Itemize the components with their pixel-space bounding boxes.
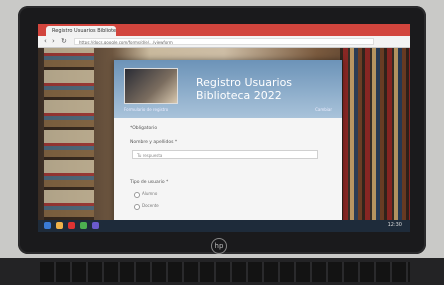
radio-option-1[interactable] bbox=[134, 192, 140, 198]
library-image bbox=[124, 68, 178, 104]
clock: 12:30 bbox=[387, 222, 402, 228]
form-title: Registro Usuarios Biblioteca 2022 bbox=[196, 76, 293, 102]
app-icon-2[interactable] bbox=[92, 222, 99, 229]
url-input[interactable]: https://docs.google.com/forms/d/e/.../vi… bbox=[74, 38, 374, 45]
taskbar: 12:30 bbox=[38, 220, 410, 232]
forward-icon[interactable]: › bbox=[52, 37, 55, 46]
hp-logo: hp bbox=[211, 238, 227, 254]
form-header: Registro Usuarios Biblioteca 2022 Formul… bbox=[114, 60, 342, 118]
app-icon[interactable] bbox=[68, 222, 75, 229]
start-icon[interactable] bbox=[44, 222, 51, 229]
reload-icon[interactable]: ↻ bbox=[61, 37, 67, 46]
page-content: Registro Usuarios Biblioteca 2022 Formul… bbox=[38, 48, 410, 230]
question-2-label: Tipo de usuario * bbox=[130, 180, 169, 185]
form-card: Registro Usuarios Biblioteca 2022 Formul… bbox=[114, 60, 342, 230]
explorer-icon[interactable] bbox=[56, 222, 63, 229]
address-bar: ‹ › ↻ https://docs.google.com/forms/d/e/… bbox=[38, 36, 410, 48]
radio-option-2[interactable] bbox=[134, 204, 140, 210]
browser-tab[interactable]: Registro Usuarios Biblioteca bbox=[46, 26, 116, 36]
radio-option-2-label: Docente bbox=[142, 203, 159, 208]
back-icon[interactable]: ‹ bbox=[44, 37, 47, 46]
bookshelf-left bbox=[44, 48, 94, 220]
chrome-icon[interactable] bbox=[80, 222, 87, 229]
radio-option-1-label: Alumno bbox=[142, 191, 158, 196]
keyboard-keys bbox=[40, 262, 410, 282]
question-1-label: Nombre y apellidos * bbox=[130, 140, 178, 145]
screen: Registro Usuarios Biblioteca ‹ › ↻ https… bbox=[38, 24, 410, 232]
bookshelf-right bbox=[340, 48, 410, 220]
switch-account-link[interactable]: Cambiar bbox=[315, 107, 332, 112]
browser-titlebar: Registro Usuarios Biblioteca bbox=[38, 24, 410, 36]
answer-input[interactable]: Tu respuesta bbox=[132, 150, 318, 159]
required-note: *Obligatorio bbox=[130, 126, 158, 131]
form-subtitle: Formulario de registro bbox=[124, 107, 169, 112]
